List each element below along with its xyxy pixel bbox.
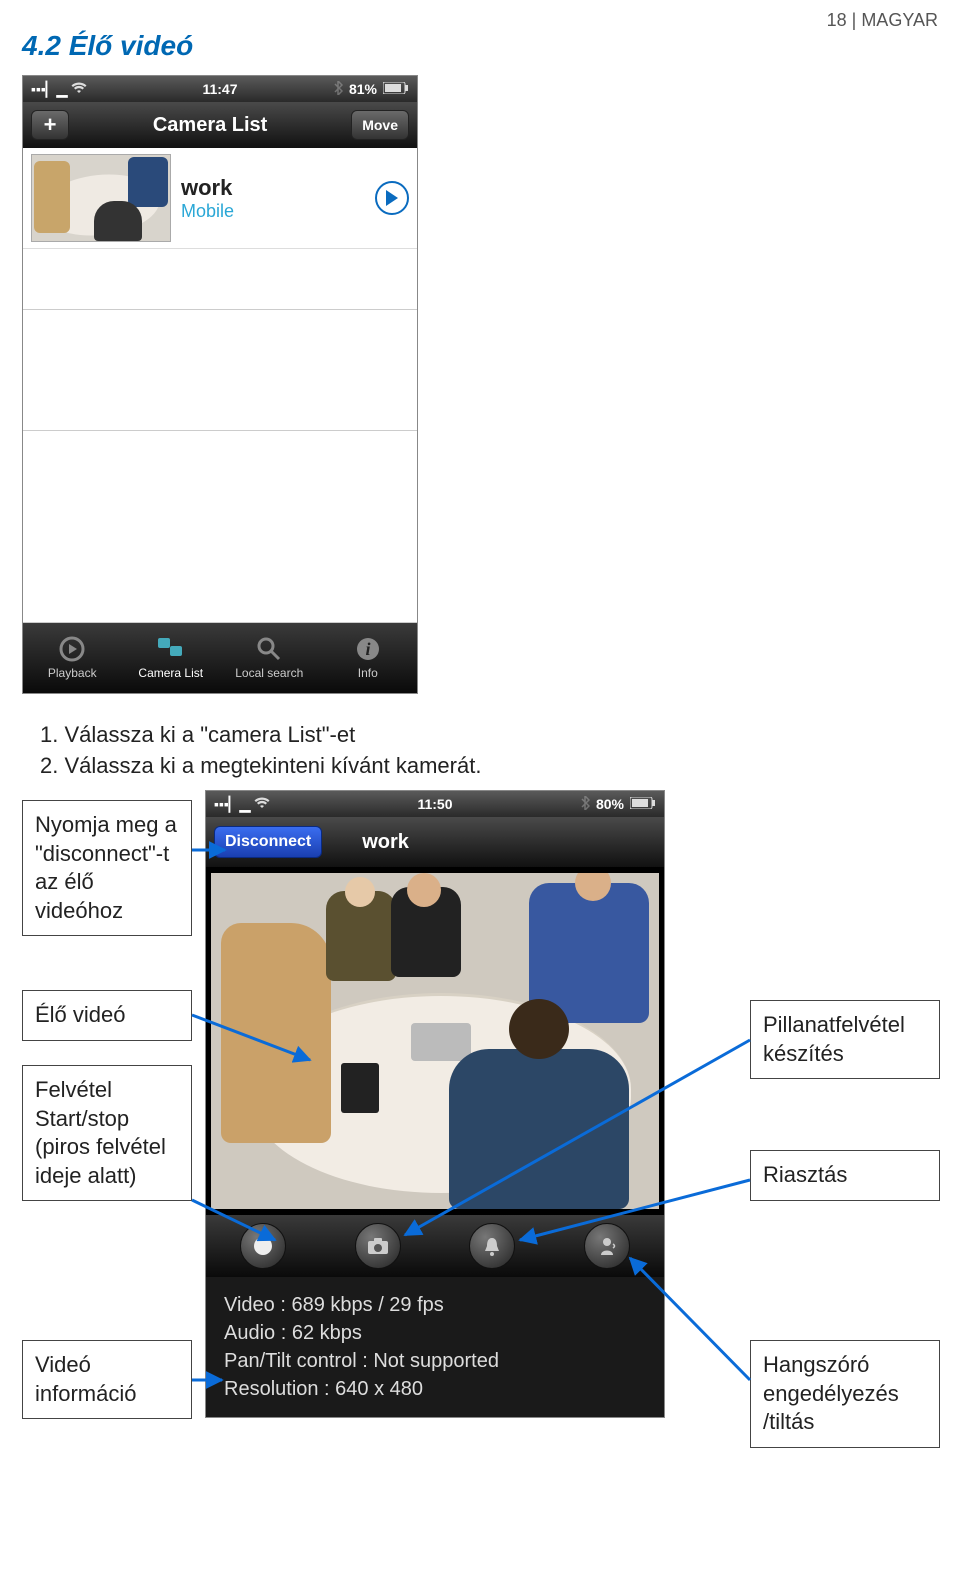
page-header: 18 | MAGYAR bbox=[827, 10, 938, 31]
snapshot-button[interactable] bbox=[355, 1223, 401, 1269]
screenshot-camera-list: ▪▪▪▏▁ 11:47 81% + Camera List Move bbox=[22, 75, 418, 694]
battery-icon bbox=[630, 796, 656, 812]
alarm-button[interactable] bbox=[469, 1223, 515, 1269]
callout-video-info: Videó információ bbox=[22, 1340, 192, 1419]
info-icon: i bbox=[353, 636, 383, 662]
info-resolution: Resolution : 640 x 480 bbox=[224, 1375, 646, 1403]
search-icon bbox=[254, 636, 284, 662]
tab-bar: Playback Camera List Local search i Info bbox=[23, 623, 417, 693]
record-button[interactable] bbox=[240, 1223, 286, 1269]
camera-thumbnail bbox=[31, 154, 171, 242]
camera-list-icon bbox=[156, 636, 186, 662]
info-video: Video : 689 kbps / 29 fps bbox=[224, 1291, 646, 1319]
screenshot-live-view: ▪▪▪▏▁ 11:50 80% Disconnect work bbox=[205, 790, 665, 1418]
nav-bar: + Camera List Move bbox=[23, 102, 417, 148]
page-lang: MAGYAR bbox=[861, 10, 938, 30]
nav-title: work bbox=[322, 831, 656, 854]
status-bar: ▪▪▪▏▁ 11:47 81% bbox=[23, 76, 417, 102]
page: 18 | MAGYAR 4.2 Élő videó ▪▪▪▏▁ 11:47 81… bbox=[0, 0, 960, 1592]
move-button[interactable]: Move bbox=[351, 110, 409, 140]
info-pantilt: Pan/Tilt control : Not supported bbox=[224, 1347, 646, 1375]
section-title: 4.2 Élő videó bbox=[22, 30, 193, 62]
callout-disconnect: Nyomja meg a "disconnect"-t az élő videó… bbox=[22, 800, 192, 936]
bluetooth-icon bbox=[580, 796, 590, 813]
tab-playback[interactable]: Playback bbox=[23, 623, 122, 693]
video-info-panel: Video : 689 kbps / 29 fps Audio : 62 kbp… bbox=[206, 1277, 664, 1417]
signal-icon: ▪▪▪▏▁ bbox=[31, 81, 67, 98]
instruction-2: 2. Válassza ki a megtekinteni kívánt kam… bbox=[40, 751, 481, 782]
status-bar: ▪▪▪▏▁ 11:50 80% bbox=[206, 791, 664, 817]
instructions: 1. Válassza ki a "camera List"-et 2. Vál… bbox=[40, 720, 481, 782]
battery-icon bbox=[383, 81, 409, 97]
playback-icon bbox=[57, 636, 87, 662]
disconnect-button[interactable]: Disconnect bbox=[214, 826, 322, 858]
status-time: 11:47 bbox=[157, 81, 283, 97]
add-button[interactable]: + bbox=[31, 110, 69, 140]
callout-live-video: Élő videó bbox=[22, 990, 192, 1041]
callout-snapshot: Pillanatfelvétel készítés bbox=[750, 1000, 940, 1079]
battery-percent: 80% bbox=[596, 796, 624, 812]
battery-percent: 81% bbox=[349, 81, 377, 97]
tab-label: Info bbox=[358, 666, 378, 680]
tab-label: Local search bbox=[235, 666, 303, 680]
tab-local-search[interactable]: Local search bbox=[220, 623, 319, 693]
open-camera-icon[interactable] bbox=[375, 181, 409, 215]
tab-label: Camera List bbox=[138, 666, 203, 680]
svg-text:i: i bbox=[365, 639, 370, 659]
camera-name: work bbox=[181, 175, 375, 201]
page-number: 18 bbox=[827, 10, 847, 30]
instruction-1: 1. Válassza ki a "camera List"-et bbox=[40, 720, 481, 751]
wifi-icon bbox=[254, 796, 270, 812]
callout-speaker: Hangszóró engedélyezés /tiltás bbox=[750, 1340, 940, 1448]
wifi-icon bbox=[71, 81, 87, 97]
speaker-button[interactable] bbox=[584, 1223, 630, 1269]
live-video-frame[interactable] bbox=[211, 873, 659, 1209]
nav-bar: Disconnect work bbox=[206, 817, 664, 867]
tab-info[interactable]: i Info bbox=[319, 623, 418, 693]
control-bar bbox=[206, 1215, 664, 1277]
tab-camera-list[interactable]: Camera List bbox=[122, 623, 221, 693]
signal-icon: ▪▪▪▏▁ bbox=[214, 796, 250, 813]
tab-label: Playback bbox=[48, 666, 97, 680]
status-time: 11:50 bbox=[361, 796, 508, 812]
callout-alarm: Riasztás bbox=[750, 1150, 940, 1201]
bluetooth-icon bbox=[333, 81, 343, 98]
info-audio: Audio : 62 kbps bbox=[224, 1319, 646, 1347]
camera-sub: Mobile bbox=[181, 201, 375, 222]
callout-record: Felvétel Start/stop (piros felvétel idej… bbox=[22, 1065, 192, 1201]
nav-title: Camera List bbox=[69, 114, 351, 137]
list-item[interactable]: work Mobile bbox=[23, 148, 417, 249]
camera-list: work Mobile bbox=[23, 148, 417, 623]
